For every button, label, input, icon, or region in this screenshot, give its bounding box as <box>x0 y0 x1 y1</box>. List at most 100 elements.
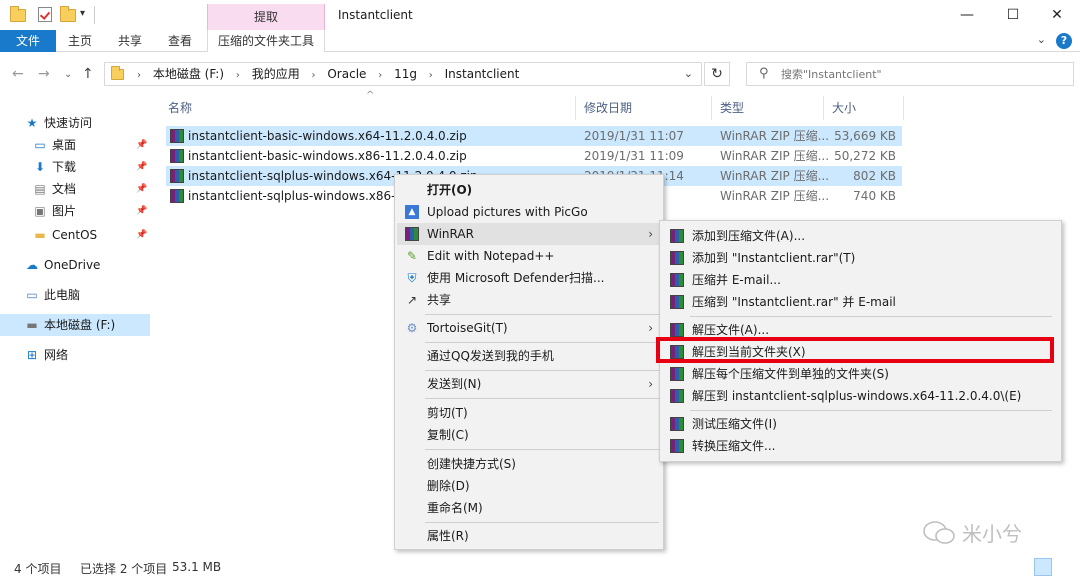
download-icon: ⬇ <box>34 160 46 174</box>
chevron-down-icon[interactable]: ⌄ <box>684 67 693 80</box>
sidebar-item-1[interactable]: ▭ 桌面 📌 <box>0 134 150 156</box>
menu-item-send-to[interactable]: 发送到(N) › <box>397 373 661 395</box>
pin-icon[interactable]: 📌 <box>136 134 147 156</box>
crumb-drive[interactable]: 本地磁盘 (F:) <box>153 67 224 81</box>
winrar-zip-icon <box>170 149 184 163</box>
sidebar-item-7[interactable]: ▭ 此电脑 <box>0 284 150 306</box>
sidebar-item-8[interactable]: ▬ 本地磁盘 (F:) <box>0 314 150 336</box>
file-row[interactable]: instantclient-basic-windows.x64-11.2.0.4… <box>166 126 902 146</box>
drive-icon: ▬ <box>26 318 38 332</box>
tab-view[interactable]: 查看 <box>156 30 204 52</box>
chevron-right-icon: › <box>137 70 141 81</box>
menu-item-notepad[interactable]: ✎ Edit with Notepad++ <box>397 245 661 267</box>
wechat-logo-icon <box>923 521 955 544</box>
menu-item-picgo[interactable]: ▲ Upload pictures with PicGo <box>397 201 661 223</box>
sidebar-item-9[interactable]: ⊞ 网络 <box>0 344 150 366</box>
winrar-menu-item-6[interactable]: 解压每个压缩文件到单独的文件夹(S) <box>662 363 1059 385</box>
column-date[interactable]: 修改日期 <box>576 96 712 120</box>
divider <box>425 370 659 371</box>
sidebar-item-label: 本地磁盘 (F:) <box>44 318 116 332</box>
menu-item-cut[interactable]: 剪切(T) <box>397 402 661 424</box>
pin-icon[interactable]: 📌 <box>136 200 147 222</box>
pin-icon[interactable]: 📌 <box>136 156 147 178</box>
menu-item-tortoisegit[interactable]: ⚙ TortoiseGit(T) › <box>397 317 661 339</box>
crumb-11g[interactable]: 11g <box>394 67 417 81</box>
status-bar: 4 个项目 已选择 2 个项目 53.1 MB <box>0 556 1080 580</box>
winrar-menu-item-7[interactable]: 解压到 instantclient-sqlplus-windows.x64-11… <box>662 385 1059 407</box>
file-date: 2019/1/31 11:07 <box>584 129 684 143</box>
winrar-icon <box>670 273 684 287</box>
quick-access-dropdown-icon[interactable]: ▾ <box>80 8 85 19</box>
menu-item-copy[interactable]: 复制(C) <box>397 424 661 446</box>
menu-item-defender[interactable]: ⛨ 使用 Microsoft Defender扫描... <box>397 267 661 289</box>
winrar-menu-item-0[interactable]: 添加到压缩文件(A)... <box>662 225 1059 247</box>
crumb-instantclient[interactable]: Instantclient <box>445 67 520 81</box>
menu-item-send-qq[interactable]: 通过QQ发送到我的手机 <box>397 345 661 367</box>
network-icon: ⊞ <box>26 348 38 362</box>
sidebar-item-5[interactable]: ▬ CentOS 📌 <box>0 224 150 246</box>
search-icon: ⚲ <box>759 66 769 81</box>
menu-item-delete[interactable]: 删除(D) <box>397 475 661 497</box>
file-row[interactable]: instantclient-basic-windows.x86-11.2.0.4… <box>166 146 902 166</box>
ribbon-expand-icon[interactable]: ⌄ <box>1037 33 1046 46</box>
up-arrow-icon[interactable]: ↑ <box>82 66 94 82</box>
tab-compressed-folder-tools[interactable]: 压缩的文件夹工具 <box>207 30 325 52</box>
minimize-button[interactable]: — <box>944 0 990 30</box>
winrar-icon <box>670 389 684 403</box>
crumb-oracle[interactable]: Oracle <box>327 67 366 81</box>
refresh-button[interactable]: ↻ <box>704 62 730 86</box>
folder-icon[interactable] <box>10 6 26 23</box>
menu-item-winrar[interactable]: WinRAR › <box>397 223 661 245</box>
menu-item-rename[interactable]: 重命名(M) <box>397 497 661 519</box>
details-view-icon[interactable] <box>1034 558 1052 576</box>
tab-share[interactable]: 共享 <box>106 30 154 52</box>
menu-item-properties[interactable]: 属性(R) <box>397 525 661 547</box>
extract-context-tab-head[interactable]: 提取 <box>207 4 325 30</box>
sidebar-item-0[interactable]: ★ 快速访问 <box>0 112 150 134</box>
sidebar-item-2[interactable]: ⬇ 下载 📌 <box>0 156 150 178</box>
sidebar-item-3[interactable]: ▤ 文档 📌 <box>0 178 150 200</box>
winrar-menu-item-1[interactable]: 添加到 "Instantclient.rar"(T) <box>662 247 1059 269</box>
address-bar[interactable]: › 本地磁盘 (F:) › 我的应用 › Oracle › 11g › Inst… <box>104 62 702 86</box>
close-button[interactable]: ✕ <box>1034 0 1080 30</box>
forward-arrow-icon[interactable]: → <box>38 66 50 82</box>
winrar-menu-item-2[interactable]: 压缩并 E-mail... <box>662 269 1059 291</box>
menu-item-open[interactable]: 打开(O) <box>397 179 661 201</box>
divider <box>690 316 1052 317</box>
winrar-menu-item-8[interactable]: 测试压缩文件(I) <box>662 413 1059 435</box>
selection-count: 已选择 2 个项目 <box>80 562 168 576</box>
search-input[interactable] <box>781 65 1061 83</box>
column-name[interactable]: 名称 <box>160 96 576 120</box>
chevron-right-icon: › <box>648 227 653 241</box>
winrar-menu-item-9[interactable]: 转换压缩文件... <box>662 435 1059 457</box>
divider <box>690 410 1052 411</box>
tiles-view-icon[interactable] <box>1056 558 1074 576</box>
tab-home[interactable]: 主页 <box>56 30 104 52</box>
menu-item-share[interactable]: ↗ 共享 <box>397 289 661 311</box>
column-type[interactable]: 类型 <box>712 96 824 120</box>
properties-check-icon[interactable] <box>38 7 54 23</box>
winrar-menu-item-3[interactable]: 压缩到 "Instantclient.rar" 并 E-mail <box>662 291 1059 313</box>
tab-file[interactable]: 文件 <box>0 30 56 52</box>
recent-dropdown-icon[interactable]: ⌄ <box>64 69 72 80</box>
desktop-icon: ▭ <box>34 138 46 152</box>
search-box[interactable]: ⚲ <box>746 62 1074 86</box>
sidebar-item-4[interactable]: ▣ 图片 📌 <box>0 200 150 222</box>
column-size[interactable]: 大小 <box>824 96 904 120</box>
menu-item-create-shortcut[interactable]: 创建快捷方式(S) <box>397 453 661 475</box>
sidebar-item-label: 桌面 <box>52 138 77 152</box>
sidebar-item-6[interactable]: ☁ OneDrive <box>0 254 150 276</box>
help-icon[interactable]: ? <box>1056 33 1072 49</box>
maximize-button[interactable]: ☐ <box>990 0 1036 30</box>
watermark: 米小兮 <box>962 522 1022 546</box>
chevron-right-icon: › <box>648 377 653 391</box>
back-arrow-icon[interactable]: ← <box>12 66 24 82</box>
divider <box>425 398 659 399</box>
pin-icon[interactable]: 📌 <box>136 178 147 200</box>
crumb-my-apps[interactable]: 我的应用 <box>252 67 300 81</box>
sidebar-item-label: 文档 <box>52 182 77 196</box>
sidebar-item-label: OneDrive <box>44 258 101 272</box>
new-folder-icon[interactable] <box>60 6 76 23</box>
pin-icon[interactable]: 📌 <box>136 224 147 246</box>
shield-icon: ⛨ <box>407 271 417 285</box>
